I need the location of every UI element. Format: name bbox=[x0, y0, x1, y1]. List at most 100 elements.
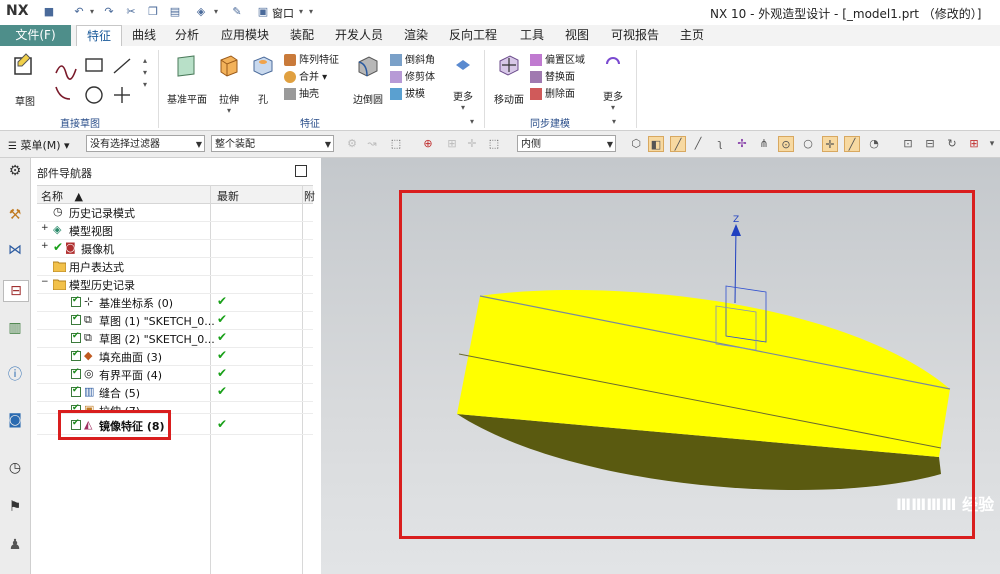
midpoint-icon[interactable]: ✢ bbox=[734, 136, 750, 152]
nav-row-user-expressions[interactable]: 用户表达式 bbox=[37, 257, 313, 276]
tangent-icon[interactable]: ⋔ bbox=[756, 136, 772, 152]
line-select-icon[interactable]: ╱ bbox=[690, 136, 706, 152]
nav-row-sew[interactable]: ▥ 缝合 (5) ✔ bbox=[37, 383, 313, 402]
delete-face-button[interactable]: 删除面 bbox=[530, 86, 594, 103]
fit-view-icon[interactable]: ⊡ bbox=[900, 136, 916, 152]
nav-row-bounded-plane[interactable]: ◎ 有界平面 (4) ✔ bbox=[37, 365, 313, 384]
column-name-header[interactable]: 名称 ▲ bbox=[41, 188, 83, 204]
checkbox[interactable] bbox=[71, 295, 81, 307]
assembly-navigator-icon[interactable]: ⬚ bbox=[388, 136, 404, 152]
repeat-command-icon[interactable]: ◈ bbox=[194, 5, 208, 19]
pattern-feature-button[interactable]: 阵列特征 bbox=[284, 52, 348, 69]
feature-more-button[interactable]: 更多 ▾ bbox=[448, 55, 478, 112]
repeat-dropdown-icon[interactable]: ▾ bbox=[212, 5, 220, 19]
hd3d-tools-icon[interactable]: ⓘ bbox=[5, 365, 25, 385]
select-feature-icon[interactable]: ⚙ bbox=[344, 136, 360, 152]
column-extra-header[interactable]: 附 bbox=[304, 188, 315, 204]
nav-row-history-mode[interactable]: ◷ 历史记录模式 bbox=[37, 203, 313, 222]
constraint-navigator-icon[interactable]: ⋈ bbox=[5, 240, 25, 260]
sketch-button[interactable]: 草图 bbox=[6, 52, 44, 108]
center-snap-icon[interactable]: ⊙ bbox=[778, 136, 794, 152]
deselect-icon[interactable]: ⊞ bbox=[444, 136, 460, 152]
selection-scope-combo[interactable]: 整个装配 ▼ bbox=[211, 135, 334, 152]
move-face-button[interactable]: 移动面 bbox=[490, 52, 528, 106]
solid-select-icon[interactable]: ◧ bbox=[648, 136, 664, 152]
redo-icon[interactable]: ↷ bbox=[102, 5, 116, 19]
tab-render[interactable]: 渲染 bbox=[396, 25, 436, 46]
tab-view[interactable]: 视图 bbox=[557, 25, 597, 46]
tab-file[interactable]: 文件(F) bbox=[0, 25, 71, 46]
feature-more-dropdown-icon[interactable]: ▾ bbox=[448, 103, 478, 112]
offset-region-button[interactable]: 偏置区域 bbox=[530, 52, 594, 69]
tab-feature[interactable]: 特征 bbox=[76, 25, 122, 47]
rotate-icon[interactable]: ↻ bbox=[944, 136, 960, 152]
tab-assembly[interactable]: 装配 bbox=[282, 25, 322, 46]
extrude-dropdown-icon[interactable]: ▾ bbox=[212, 106, 246, 115]
tab-analysis[interactable]: 分析 bbox=[167, 25, 207, 46]
window-menu[interactable]: 窗口 bbox=[272, 5, 294, 21]
zoom-icon[interactable]: ⊟ bbox=[922, 136, 938, 152]
tab-tools[interactable]: 工具 bbox=[512, 25, 552, 46]
quick-access-customize-icon[interactable]: ▾ bbox=[307, 5, 315, 19]
chamfer-button[interactable]: 倒斜角 bbox=[390, 52, 450, 69]
tab-curve[interactable]: 曲线 bbox=[124, 25, 164, 46]
toolbar-overflow-icon[interactable]: ▾ bbox=[984, 136, 1000, 152]
checkbox[interactable] bbox=[71, 331, 81, 343]
snap-toggle-icon[interactable]: ✛ bbox=[464, 136, 480, 152]
history-clock-icon[interactable]: ◷ bbox=[5, 458, 25, 478]
nav-row-sketch-2[interactable]: ⧉ 草图 (2) "SKETCH_0... ✔ bbox=[37, 329, 313, 348]
curve-select-icon[interactable]: ʅ bbox=[712, 136, 728, 152]
undo-dropdown-icon[interactable]: ▾ bbox=[88, 5, 96, 19]
column-latest-header[interactable]: 最新 bbox=[217, 188, 239, 204]
extrude-button[interactable]: 拉伸 ▾ bbox=[212, 52, 246, 115]
process-studio-icon[interactable]: ♟ bbox=[5, 535, 25, 555]
orient-view-icon[interactable]: ⊞ bbox=[966, 136, 982, 152]
checkbox[interactable] bbox=[71, 349, 81, 361]
window-icon[interactable]: ▣ bbox=[256, 5, 270, 19]
part-navigator-icon[interactable]: ⊟ bbox=[3, 280, 29, 302]
touch-mode-icon[interactable]: ✎ bbox=[230, 5, 244, 19]
replace-face-button[interactable]: 替换面 bbox=[530, 69, 594, 86]
nav-row-model-history[interactable]: − 模型历史记录 bbox=[37, 275, 313, 294]
tab-home[interactable]: 主页 bbox=[672, 25, 712, 46]
sync-more-dropdown-icon[interactable]: ▾ bbox=[598, 103, 628, 112]
save-icon[interactable]: ■ bbox=[42, 5, 56, 19]
shaded-icon[interactable]: ⬡ bbox=[628, 136, 644, 152]
sync-more-button[interactable]: 更多 ▾ bbox=[598, 55, 628, 112]
snap-point-icon[interactable]: ⊕ bbox=[420, 136, 436, 152]
unite-button[interactable]: 合并 ▾ bbox=[284, 69, 348, 86]
cut-icon[interactable]: ✂ bbox=[124, 5, 138, 19]
nav-row-fill-surface[interactable]: ◆ 填充曲面 (3) ✔ bbox=[37, 347, 313, 366]
tab-application[interactable]: 应用模块 bbox=[212, 25, 278, 46]
tab-reverse-engineering[interactable]: 反向工程 bbox=[440, 25, 506, 46]
selection-filter-combo[interactable]: 没有选择过滤器 ▼ bbox=[86, 135, 205, 152]
sync-group-expand-icon[interactable]: ▾ bbox=[612, 117, 616, 126]
paste-icon[interactable]: ▤ bbox=[168, 5, 182, 19]
expand-icon[interactable]: + bbox=[41, 223, 49, 233]
nav-row-sketch-1[interactable]: ⧉ 草图 (1) "SKETCH_0... ✔ bbox=[37, 311, 313, 330]
menu-button[interactable]: ☰ 菜单(M) ▾ bbox=[8, 137, 70, 153]
collapse-icon[interactable]: − bbox=[41, 277, 49, 287]
point-on-face-icon[interactable]: ◔ bbox=[866, 136, 882, 152]
feature-group-expand-icon[interactable]: ▾ bbox=[470, 117, 474, 126]
edge-blend-button[interactable]: 边倒圆 bbox=[348, 52, 388, 106]
web-browser-icon[interactable]: ◙ bbox=[5, 410, 25, 430]
reuse-library-icon[interactable]: ▥ bbox=[5, 318, 25, 338]
rectangle-select-icon[interactable]: ⬚ bbox=[486, 136, 502, 152]
quadrant-icon[interactable]: ○ bbox=[800, 136, 816, 152]
gear-icon[interactable]: ⚙ bbox=[5, 161, 25, 181]
navigator-maximize-icon[interactable] bbox=[295, 165, 307, 177]
copy-icon[interactable]: ❐ bbox=[146, 5, 160, 19]
checkbox[interactable] bbox=[71, 385, 81, 397]
nav-row-model-views[interactable]: + ◈ 模型视图 bbox=[37, 221, 313, 240]
checkbox[interactable] bbox=[71, 313, 81, 325]
undo-icon[interactable]: ↶ bbox=[72, 5, 86, 19]
nav-row-datum-csys[interactable]: ⊹ 基准坐标系 (0) ✔ bbox=[37, 293, 313, 312]
system-materials-icon[interactable]: ⚑ bbox=[5, 497, 25, 517]
trim-body-button[interactable]: 修剪体 bbox=[390, 69, 450, 86]
point-on-curve-icon[interactable]: ╱ bbox=[844, 136, 860, 152]
expand-icon[interactable]: + bbox=[41, 241, 49, 251]
tab-developer[interactable]: 开发人员 bbox=[326, 25, 392, 46]
sketch-gallery-scroll[interactable]: ▴ ▾ ▾ bbox=[143, 55, 147, 91]
edge-select-icon[interactable]: ╱ bbox=[670, 136, 686, 152]
